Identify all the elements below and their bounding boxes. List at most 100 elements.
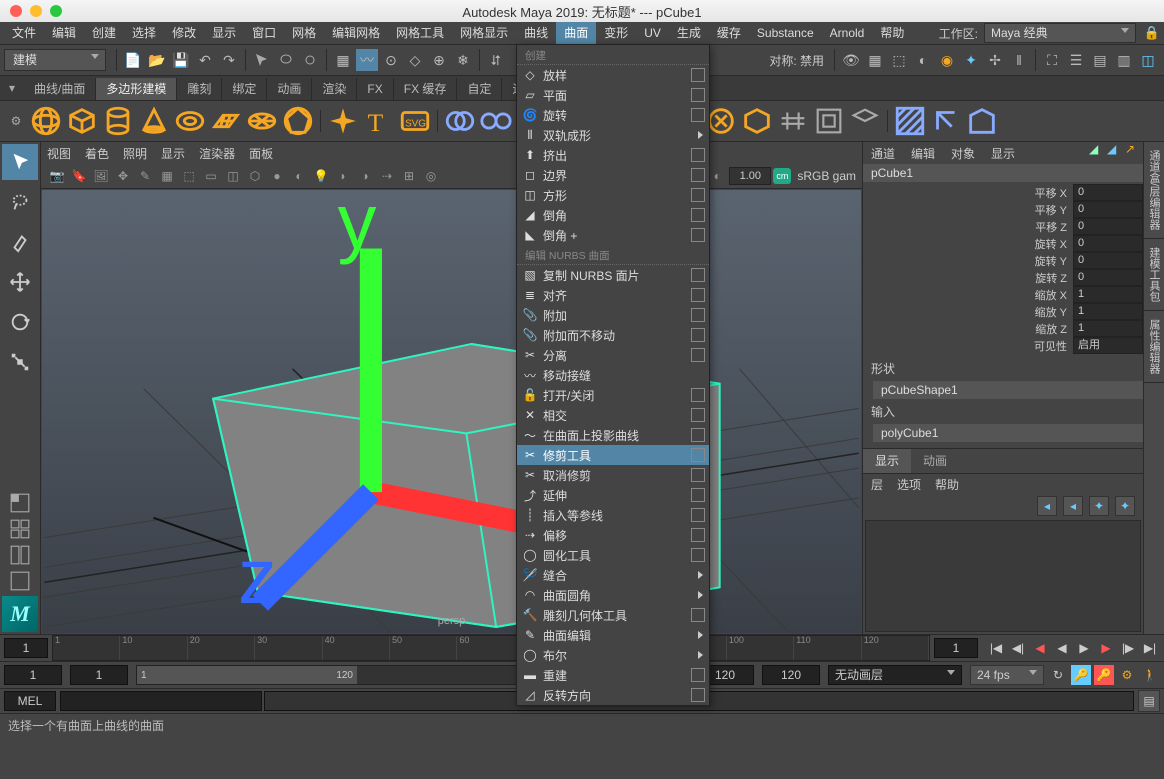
menu-item-移动接缝[interactable]: 〰移动接缝 [517,365,709,385]
gamma-field[interactable]: 1.00 [729,167,771,185]
menu-item-圆化工具[interactable]: ◯圆化工具 [517,545,709,565]
grease-icon[interactable]: ✎ [135,166,155,186]
2d-pan-icon[interactable]: ✥ [113,166,133,186]
menu-item-在曲面上投影曲线[interactable]: 〜在曲面上投影曲线 [517,425,709,445]
menu-item-延伸[interactable]: ⤴延伸 [517,485,709,505]
attr-value-field[interactable]: 启用 [1073,337,1143,354]
option-box-icon[interactable] [691,108,705,122]
option-box-icon[interactable] [691,188,705,202]
paint-select-icon[interactable] [299,49,321,71]
shelf-b2-icon[interactable] [929,104,963,138]
menu-修改[interactable]: 修改 [164,22,204,44]
shelf-tab-绑定[interactable]: 绑定 [222,78,267,100]
time-slider-track[interactable]: 1102030405060708090100110120 [52,635,930,661]
smooth-icon[interactable]: ● [267,166,287,186]
corner-icon-3[interactable]: ↗ [1125,142,1141,158]
attr-value-field[interactable]: 1 [1073,286,1143,303]
step-back-icon[interactable]: ◀ [1030,638,1050,658]
option-box-icon[interactable] [691,328,705,342]
menu-item-倒角 +[interactable]: ◣倒角 + [517,225,709,245]
shelf-tab-FX[interactable]: FX [357,78,393,100]
menu-文件[interactable]: 文件 [4,22,44,44]
workspace-selector[interactable]: Maya 经典 [984,23,1136,43]
menu-item-修剪工具[interactable]: ✂修剪工具 [517,445,709,465]
option-box-icon[interactable] [691,608,705,622]
snap-center-icon[interactable]: ⊕ [428,49,450,71]
snap-grid-icon[interactable]: ▦ [332,49,354,71]
viewport-menu-面板[interactable]: 面板 [249,145,273,162]
motion-blur-icon[interactable]: ⇢ [377,166,397,186]
option-box-icon[interactable] [691,668,705,682]
shelf-o2-icon[interactable] [740,104,774,138]
camera-select-icon[interactable]: 📷 [47,166,67,186]
menu-item-布尔[interactable]: ◯布尔 [517,645,709,665]
step-back-key-icon[interactable]: ◀| [1008,638,1028,658]
snap-plane-icon[interactable]: ◇ [404,49,426,71]
shape-node[interactable]: pCubeShape1 [873,381,1143,399]
textured-icon[interactable]: ◐ [289,166,309,186]
poly-cylinder-icon[interactable] [101,104,135,138]
perspective-viewport[interactable]: persp x y z [42,190,861,633]
range-start-field[interactable]: 1 [70,665,128,685]
toggle-modeling-icon[interactable]: 👁 [840,49,862,71]
menu-网格工具[interactable]: 网格工具 [388,22,452,44]
toggle-c-icon[interactable]: ◐ [912,49,934,71]
option-box-icon[interactable] [691,528,705,542]
viewport-menu-着色[interactable]: 着色 [85,145,109,162]
menu-item-重建[interactable]: ▬重建 [517,665,709,685]
menu-item-取消修剪[interactable]: ✂取消修剪 [517,465,709,485]
save-scene-icon[interactable]: 💾 [170,49,192,71]
option-box-icon[interactable] [691,448,705,462]
move-tool[interactable] [2,264,38,300]
shelf-tab-雕刻[interactable]: 雕刻 [177,78,222,100]
combine-icon[interactable] [443,104,477,138]
shelf-tab-动画[interactable]: 动画 [267,78,312,100]
input-node[interactable]: polyCube1 [873,424,1143,442]
shelf-tab-自定[interactable]: 自定 [457,78,502,100]
menu-Substance[interactable]: Substance [749,22,822,44]
cb-menu-显示[interactable]: 显示 [991,145,1015,162]
attr-value-field[interactable]: 0 [1073,235,1143,252]
snap-point-icon[interactable]: ⊙ [380,49,402,71]
option-box-icon[interactable] [691,308,705,322]
menu-item-相交[interactable]: ✕相交 [517,405,709,425]
lasso-icon[interactable] [275,49,297,71]
anim-layer-selector[interactable]: 无动画层 [828,665,962,685]
layout-a-icon[interactable] [2,492,38,514]
script-editor-button[interactable]: ▤ [1138,690,1160,712]
res-gate-icon[interactable]: ▭ [201,166,221,186]
image-plane-icon[interactable]: 🖼 [91,166,111,186]
xray-icon[interactable]: ⊞ [399,166,419,186]
anim-end-field[interactable]: 120 [762,665,820,685]
layout-c-icon[interactable] [2,544,38,566]
menu-曲面[interactable]: 曲面 [556,22,596,44]
script-lang-selector[interactable]: MEL [4,691,56,711]
menu-item-偏移[interactable]: ⇢偏移 [517,525,709,545]
shelf-b1-icon[interactable] [893,104,927,138]
menu-item-倒角[interactable]: ◢倒角 [517,205,709,225]
poly-sphere-icon[interactable] [29,104,63,138]
option-box-icon[interactable] [691,468,705,482]
play-back-icon[interactable]: ◀ [1052,638,1072,658]
option-box-icon[interactable] [691,428,705,442]
prefs-icon[interactable]: ⚙ [1117,665,1137,685]
menu-item-缝合[interactable]: 🪡缝合 [517,565,709,585]
menu-item-挤出[interactable]: ⬆挤出 [517,145,709,165]
menu-item-边界[interactable]: ◻边界 [517,165,709,185]
platonic-icon[interactable] [281,104,315,138]
rotate-tool[interactable] [2,304,38,340]
poly-sparkle-icon[interactable] [326,104,360,138]
attr-value-field[interactable]: 0 [1073,184,1143,201]
attr-value-field[interactable]: 0 [1073,252,1143,269]
toggle-b-icon[interactable]: ⬚ [888,49,910,71]
open-scene-icon[interactable]: 📂 [146,49,168,71]
new-scene-icon[interactable]: 📄 [122,49,144,71]
undo-icon[interactable]: ↶ [194,49,216,71]
menu-Arnold[interactable]: Arnold [822,22,873,44]
shadows-icon[interactable]: ◗ [333,166,353,186]
menu-item-附加[interactable]: 📎附加 [517,305,709,325]
paint-tool[interactable] [2,224,38,260]
film-gate-icon[interactable]: ⬚ [179,166,199,186]
step-fwd-key-icon[interactable]: |▶ [1118,638,1138,658]
redo-icon[interactable]: ↷ [218,49,240,71]
